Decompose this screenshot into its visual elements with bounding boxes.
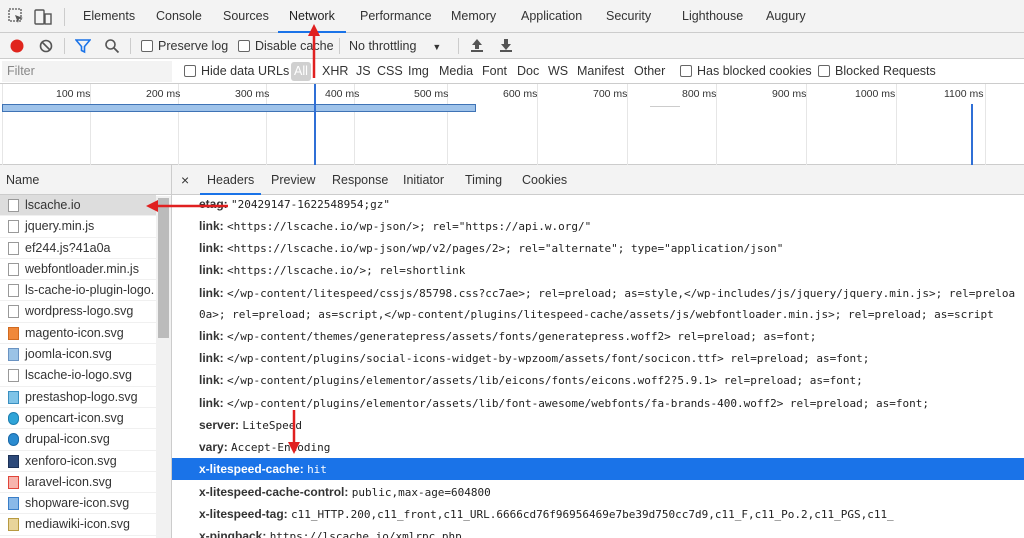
annotation-arrow-network-tab: [308, 24, 320, 78]
annotation-arrow-lscache: [146, 200, 228, 212]
annotation-arrow-x-litespeed-cache: [288, 410, 300, 454]
annotation-overlay: [146, 24, 320, 454]
